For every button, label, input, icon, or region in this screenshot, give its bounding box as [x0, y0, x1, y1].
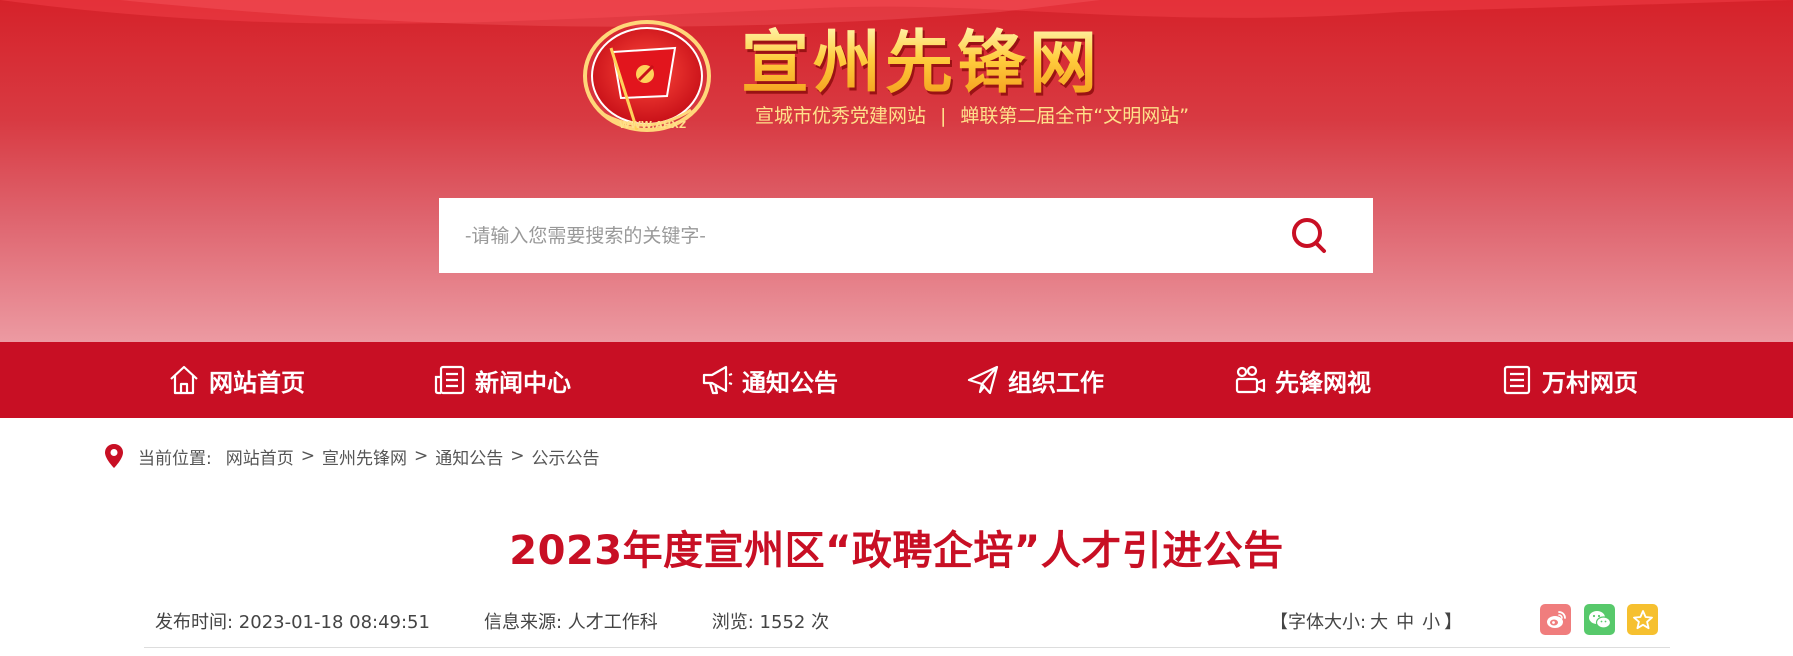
font-size-close: 】 [1444, 612, 1463, 633]
font-size-medium-button[interactable]: 中 [1396, 608, 1414, 634]
share-favorite-button[interactable] [1627, 604, 1658, 635]
nav-label: 万村网页 [1542, 368, 1638, 397]
search-icon[interactable] [1289, 216, 1329, 256]
info-source: 信息来源: 人才工作科 [483, 612, 658, 633]
breadcrumb-label: 当前位置: [138, 448, 212, 469]
star-icon [1632, 609, 1653, 629]
subtitle-separator: | [940, 105, 947, 127]
nav-item-villages[interactable]: 万村网页 [1500, 342, 1638, 418]
site-subtitle: 宣城市优秀党建网站 | 蝉联第二届全市“文明网站” [755, 102, 1189, 130]
wechat-icon [1588, 610, 1611, 629]
breadcrumb-item-site[interactable]: 宣州先锋网 [322, 444, 407, 469]
megaphone-icon [702, 365, 733, 395]
nav-label: 通知公告 [742, 368, 838, 397]
nav-label: 新闻中心 [475, 368, 571, 397]
view-count: 浏览: 1552 次 [711, 612, 830, 633]
article-meta: 发布时间: 2023-01-18 08:49:51 信息来源: 人才工作科 浏览… [155, 606, 883, 636]
font-size-large-button[interactable]: 大 [1370, 608, 1388, 634]
breadcrumb-separator: > [510, 446, 525, 466]
site-title: 宣州先锋网 [741, 23, 1102, 103]
nav-item-home[interactable]: 网站首页 [167, 342, 305, 418]
share-weibo-button[interactable] [1540, 604, 1571, 635]
party-emblem-icon: WWW.AHXZ [583, 20, 711, 132]
font-size-control: 【字体大小: 大 中 小 】 [1270, 606, 1462, 636]
nav-label: 网站首页 [209, 368, 305, 397]
video-icon [1235, 365, 1266, 394]
subtitle-left: 宣城市优秀党建网站 [755, 105, 927, 127]
breadcrumb-separator: > [413, 446, 429, 466]
breadcrumb-separator: > [300, 446, 315, 466]
nav-item-organization[interactable]: 组织工作 [966, 342, 1104, 418]
nav-item-video[interactable]: 先锋网视 [1233, 342, 1371, 418]
nav-label: 组织工作 [1008, 368, 1104, 397]
search-input[interactable] [465, 205, 1305, 266]
home-icon [170, 365, 198, 395]
breadcrumb-item-public-notices[interactable]: 公示公告 [531, 444, 599, 469]
share-wechat-button[interactable] [1584, 604, 1615, 635]
font-size-label: 【字体大小: [1270, 612, 1367, 633]
breadcrumb-item-notices[interactable]: 通知公告 [435, 444, 503, 469]
site-logo[interactable]: WWW.AHXZ 宣州先锋网 宣城市优秀党建网站 | 蝉联第二届全市“文明网站” [583, 18, 1238, 136]
publish-time: 发布时间: 2023-01-18 08:49:51 [155, 612, 430, 633]
news-icon [434, 365, 465, 395]
main-nav: 网站首页 新闻中心 通知公告 组织工作 先锋网视 万村网页 [0, 342, 1793, 418]
breadcrumb-item-home[interactable]: 网站首页 [226, 444, 294, 469]
breadcrumb: 当前位置: 网站首页 > 宣州先锋网 > 通知公告 > 公示公告 [104, 440, 599, 472]
share-favorite-wrapper [1627, 604, 1658, 636]
nav-item-notices[interactable]: 通知公告 [700, 342, 838, 418]
weibo-icon [1546, 610, 1566, 628]
meta-divider [144, 647, 1670, 648]
article-title: 2023年度宣州区“政聘企培”人才引进公告 [509, 528, 1284, 574]
document-icon [1503, 365, 1531, 395]
share-buttons [1540, 604, 1571, 636]
nav-item-news[interactable]: 新闻中心 [433, 342, 571, 418]
header-banner: WWW.AHXZ 宣州先锋网 宣城市优秀党建网站 | 蝉联第二届全市“文明网站” [0, 0, 1793, 342]
location-pin-icon [105, 444, 123, 468]
share-wechat-wrapper [1584, 604, 1615, 636]
paper-plane-icon [967, 365, 999, 395]
emblem-url-text: WWW.AHXZ [619, 120, 686, 131]
subtitle-right: 蝉联第二届全市“文明网站” [960, 105, 1190, 127]
font-size-small-button[interactable]: 小 [1422, 608, 1440, 634]
search-bar [439, 198, 1373, 273]
nav-label: 先锋网视 [1275, 368, 1371, 397]
